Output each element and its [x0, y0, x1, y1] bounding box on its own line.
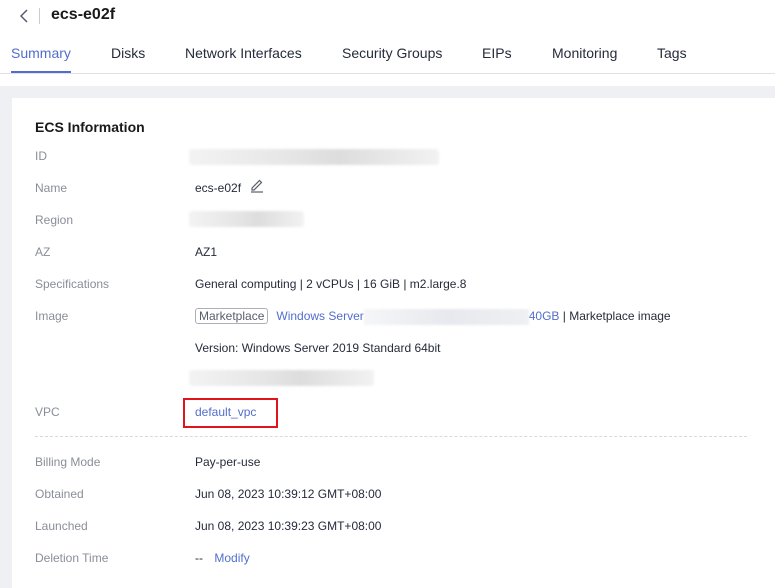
- az-label: AZ: [35, 245, 51, 259]
- image-extra-redacted: [189, 370, 374, 386]
- tab-bar: Summary Disks Network Interfaces Securit…: [0, 36, 775, 74]
- tabs-divider: [0, 73, 775, 74]
- vpc-highlight-box: [183, 398, 278, 428]
- modify-link[interactable]: Modify: [214, 551, 249, 565]
- specifications-label: Specifications: [35, 277, 110, 291]
- tab-network-interfaces[interactable]: Network Interfaces: [185, 44, 302, 62]
- image-version: Version: Windows Server 2019 Standard 64…: [195, 341, 441, 355]
- launched-value: Jun 08, 2023 10:39:23 GMT+08:00: [195, 519, 382, 533]
- page-header: ecs-e02f Summary Disks Network Interface…: [0, 0, 775, 86]
- deletion-time-text: --: [195, 551, 203, 565]
- billing-mode-label: Billing Mode: [35, 455, 101, 469]
- name-label: Name: [35, 181, 68, 195]
- obtained-label: Obtained: [35, 487, 84, 501]
- tab-tags[interactable]: Tags: [657, 44, 687, 62]
- section-title: ECS Information: [35, 119, 145, 135]
- header-divider: [39, 8, 40, 24]
- tab-disks[interactable]: Disks: [111, 44, 145, 62]
- image-link[interactable]: Windows Server 40GB: [276, 308, 560, 325]
- billing-mode-value: Pay-per-use: [195, 455, 261, 469]
- tab-eips[interactable]: EIPs: [482, 44, 512, 62]
- back-button[interactable]: [18, 6, 32, 26]
- section-divider: [35, 436, 747, 437]
- deletion-time-value: -- Modify: [195, 550, 250, 566]
- vpc-label: VPC: [35, 405, 60, 419]
- tab-security-groups[interactable]: Security Groups: [342, 44, 442, 62]
- edit-icon[interactable]: [249, 177, 265, 193]
- tab-monitoring[interactable]: Monitoring: [552, 44, 617, 62]
- ecs-information-card: ECS Information ID Name ecs-e02f Region …: [12, 98, 775, 588]
- region-label: Region: [35, 213, 74, 227]
- marketplace-tag: Marketplace: [195, 308, 269, 324]
- image-suffix: | Marketplace image: [559, 309, 671, 323]
- id-value-redacted: [189, 149, 439, 165]
- image-value: Marketplace Windows Server 40GB | Marketpl…: [195, 308, 671, 326]
- deletion-time-label: Deletion Time: [35, 551, 109, 565]
- launched-label: Launched: [35, 519, 88, 533]
- name-value: ecs-e02f: [195, 181, 242, 195]
- az-value: AZ1: [195, 245, 218, 259]
- chevron-left-icon: [18, 6, 32, 26]
- tab-summary[interactable]: Summary: [11, 44, 71, 62]
- image-link-start: Windows Server: [276, 309, 364, 323]
- obtained-value: Jun 08, 2023 10:39:12 GMT+08:00: [195, 487, 382, 501]
- region-value-redacted: [189, 211, 304, 227]
- specifications-value: General computing | 2 vCPUs | 16 GiB | m…: [195, 277, 467, 291]
- id-label: ID: [35, 149, 47, 163]
- image-name-redacted: [363, 308, 529, 325]
- image-link-end: 40GB: [528, 309, 560, 323]
- page-title: ecs-e02f: [51, 6, 116, 23]
- image-label: Image: [35, 309, 69, 323]
